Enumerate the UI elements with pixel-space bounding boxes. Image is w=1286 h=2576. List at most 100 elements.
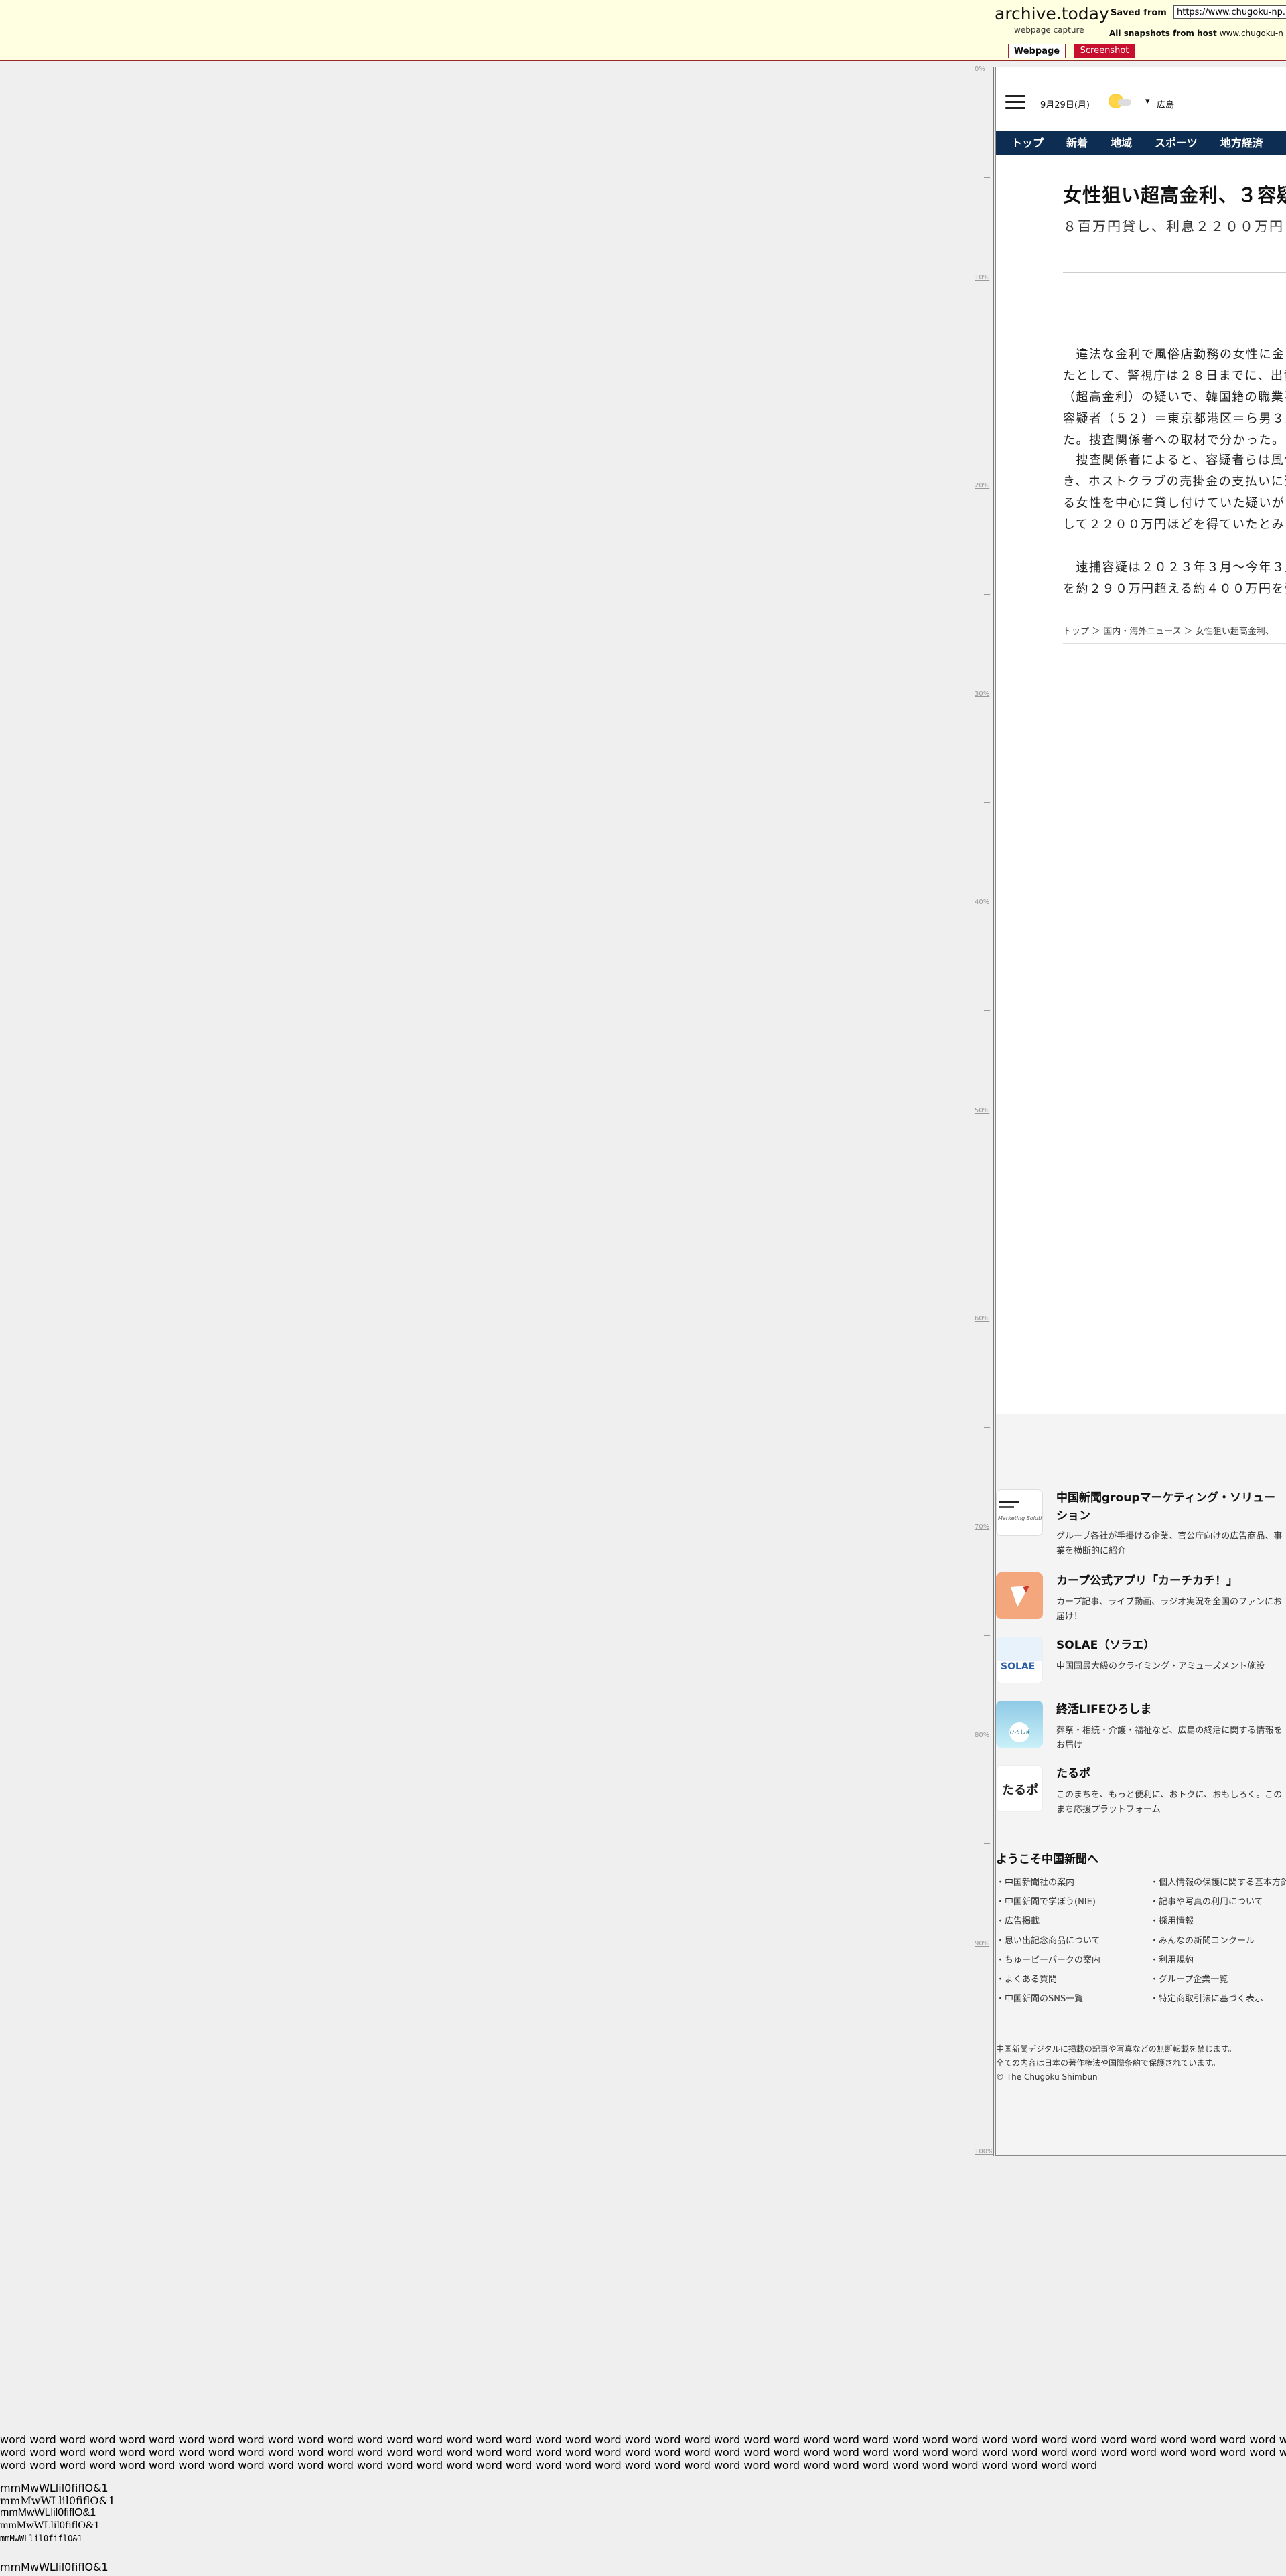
service-item[interactable]: ひろしま 終活LIFEひろしま 葬祭・相続・介護・福祉など、広島の終活に関する情…	[996, 1701, 1286, 1754]
paragraph-line: （超高金利）の疑いで、韓国籍の職業不詳	[1063, 390, 1286, 404]
article-paragraph: 違法な金利で風俗店勤務の女性に金を貸 たとして、警視庁は２８日までに、出資法 （…	[1063, 344, 1286, 451]
font-sample: mmMwWLlil0fiflO&1	[0, 2482, 109, 2494]
paragraph-line: き、ホストクラブの売掛金の支払いに追わ	[1063, 475, 1286, 489]
ruler-tick	[984, 1010, 990, 1011]
service-title[interactable]: 中国新聞groupマーケティング・ソリューション	[1056, 1489, 1284, 1525]
service-item[interactable]: たるポ たるポ このまちを、もっと便利に、おトクに、おもしろく。このまち応援プラ…	[996, 1765, 1286, 1819]
copyright-line: © The Chugoku Shimbun	[996, 2072, 1098, 2082]
footer-link[interactable]: ・記事や写真の利用について	[1150, 1894, 1286, 1914]
tab-webpage[interactable]: Webpage	[1008, 44, 1066, 58]
footer-link[interactable]: ・ちゅーピーパークの案内	[996, 1953, 1100, 1972]
ruler-label: 0%	[975, 66, 985, 73]
all-snapshots-label: All snapshots from host www.chugoku-n	[1109, 29, 1283, 38]
ruler-label: 10%	[975, 274, 990, 281]
paragraph-line: を約２９０万円超える約４００万円を受け	[1063, 582, 1286, 596]
solae-logo-icon: SOLAE	[996, 1637, 1043, 1683]
divider	[1063, 272, 1286, 273]
ruler-label: 80%	[975, 1732, 990, 1739]
footer-link[interactable]: ・特定商取引法に基づく表示	[1150, 1991, 1286, 2011]
font-sample: mmMwWLlil0fiflO&1	[0, 2534, 82, 2543]
ruler-label: 90%	[975, 1940, 990, 1947]
archive-subtitle: webpage capture	[1014, 25, 1084, 35]
service-desc: 中国国最大級のクライミング・アミューズメント施設	[1056, 1661, 1265, 1671]
ruler-label: 40%	[975, 899, 990, 906]
paragraph-line: た。捜査関係者への取材で分かった。	[1063, 433, 1285, 447]
paragraph-line: して２２００万円ほどを得ていたとみられ	[1063, 518, 1286, 532]
paragraph-line: たとして、警視庁は２８日までに、出資法	[1063, 369, 1286, 383]
nav-item-new[interactable]: 新着	[1051, 131, 1095, 155]
font-sample: mmMwWLlil0fiflO&1	[0, 2520, 100, 2531]
chevron-down-icon[interactable]: ▾	[1145, 96, 1150, 106]
archive-logo[interactable]: archive.today	[995, 4, 1109, 23]
footer-link[interactable]: ・思い出記念商品について	[996, 1933, 1100, 1953]
paragraph-line: 容疑者（５２）＝東京都港区＝ら男３人を	[1063, 412, 1286, 426]
service-title[interactable]: SOLAE（ソラエ）	[1056, 1637, 1284, 1655]
service-desc: グループ各社が手掛ける企業、官公庁向けの広告商品、事業を横断的に紹介	[1056, 1531, 1283, 1556]
article-headline: 女性狙い超高金利、３容疑	[1063, 184, 1286, 206]
footer-link[interactable]: ・中国新聞社の案内	[996, 1875, 1100, 1894]
tab-screenshot[interactable]: Screenshot	[1074, 44, 1135, 58]
paragraph-line: 違法な金利で風俗店勤務の女性に金を貸	[1076, 348, 1286, 362]
ruler-label: 60%	[975, 1315, 990, 1322]
nav-item-region[interactable]: 地域	[1095, 131, 1139, 155]
marketing-logo-icon: Marketing Solution	[996, 1489, 1043, 1536]
service-desc: カープ記事、ライブ動画、ラジオ実況を全国のファンにお届け！	[1056, 1597, 1282, 1622]
footer-link[interactable]: ・グループ企業一覧	[1150, 1972, 1286, 1991]
date-label: 9月29日(月)	[1040, 100, 1090, 110]
footer-link[interactable]: ・中国新聞のSNS一覧	[996, 1991, 1100, 2011]
service-desc: 葬祭・相続・介護・福祉など、広島の終活に関する情報をお届け	[1056, 1726, 1283, 1750]
service-item[interactable]: カープ公式アプリ「カーチカチ！」 カープ記事、ライブ動画、ラジオ実況を全国のファ…	[996, 1572, 1286, 1626]
footer-link[interactable]: ・中国新聞で学ぼう(NIE)	[996, 1894, 1100, 1914]
welcome-heading: ようこそ中国新聞へ	[996, 1853, 1098, 1866]
word-line: word word word word word word word word …	[0, 2459, 1098, 2472]
ruler-label: 30%	[975, 690, 990, 698]
nav-item-top[interactable]: トップ	[996, 131, 1051, 155]
nav-item-sports[interactable]: スポーツ	[1139, 131, 1205, 155]
service-title[interactable]: 終活LIFEひろしま	[1056, 1701, 1284, 1719]
article-subheadline: ８百万円貸し、利息２２００万円	[1063, 218, 1284, 234]
service-title[interactable]: たるポ	[1056, 1765, 1284, 1783]
service-title[interactable]: カープ公式アプリ「カーチカチ！」	[1056, 1572, 1284, 1590]
service-item[interactable]: SOLAE SOLAE（ソラエ） 中国国最大級のクライミング・アミューズメント施…	[996, 1637, 1286, 1690]
footer-link[interactable]: ・よくある質問	[996, 1972, 1100, 1991]
footer-link[interactable]: ・利用規約	[1150, 1953, 1286, 1972]
ruler-tick	[984, 1843, 990, 1844]
word-line: word word word word word word word word …	[0, 2446, 1286, 2459]
footer-link[interactable]: ・採用情報	[1150, 1914, 1286, 1933]
ruler-label: 50%	[975, 1107, 990, 1114]
ruler-tick	[984, 802, 990, 803]
footer-link[interactable]: ・個人情報の保護に関する基本方針	[1150, 1875, 1286, 1894]
region-selector[interactable]: 広島	[1157, 98, 1174, 110]
footer-link[interactable]: ・広告掲載	[996, 1914, 1100, 1933]
article-paragraph: 逮捕容疑は２０２３年３月〜今年３月ご を約２９０万円超える約４００万円を受け	[1063, 557, 1286, 600]
saved-url-field[interactable]: https://www.chugoku-np.	[1173, 5, 1286, 19]
ruler-label: 20%	[975, 482, 990, 489]
word-text-block: word word word word word word word word …	[0, 2433, 1286, 2472]
footer-links-right: ・個人情報の保護に関する基本方針 ・記事や写真の利用について ・採用情報 ・みん…	[1150, 1875, 1286, 2011]
ruler-tick	[984, 177, 990, 178]
paragraph-line: 逮捕容疑は２０２３年３月〜今年３月ご	[1076, 560, 1286, 575]
ruler-tick	[984, 1427, 990, 1428]
breadcrumb[interactable]: トップ ＞ 国内・海外ニュース ＞ 女性狙い超高金利、	[1063, 624, 1286, 644]
shukatsu-logo-icon: ひろしま	[996, 1701, 1043, 1748]
paragraph-line: 捜査関係者によると、容疑者らは風俗店	[1063, 453, 1286, 467]
snapshots-host-link[interactable]: www.chugoku-n	[1220, 29, 1283, 38]
snapshots-label-text: All snapshots from host	[1109, 29, 1217, 38]
archive-header: archive.today webpage capture Saved from…	[0, 0, 1286, 61]
footer-links-left: ・中国新聞社の案内 ・中国新聞で学ぼう(NIE) ・広告掲載 ・思い出記念商品に…	[996, 1875, 1100, 2011]
cloud-icon	[1118, 99, 1131, 106]
footer-link[interactable]: ・みんなの新聞コンクール	[1150, 1933, 1286, 1953]
word-line: word word word word word word word word …	[0, 2433, 1286, 2446]
captured-page: 9月29日(月) ▾ 広島 トップ 新着 地域 スポーツ 地方経済 女性狙い超高金利、３…	[995, 67, 1286, 2156]
main-nav: トップ 新着 地域 スポーツ 地方経済	[996, 131, 1286, 155]
menu-icon[interactable]	[1005, 95, 1025, 110]
nav-item-economy[interactable]: 地方経済	[1205, 131, 1271, 155]
font-sample: mmMwWLlil0fiflO&1	[0, 2507, 96, 2518]
ruler-line	[993, 67, 994, 2156]
ruler-label: 100%	[975, 2148, 994, 2155]
service-desc: このまちを、もっと便利に、おトクに、おもしろく。このまち応援プラットフォーム	[1056, 1790, 1283, 1815]
font-sample: mmMwWLlil0fiflO&1	[0, 2494, 115, 2507]
service-item[interactable]: Marketing Solution 中国新聞groupマーケティング・ソリュー…	[996, 1489, 1286, 1556]
font-sample: mmMwWLlil0fiflO&1	[0, 2561, 109, 2573]
ruler-label: 70%	[975, 1523, 990, 1531]
